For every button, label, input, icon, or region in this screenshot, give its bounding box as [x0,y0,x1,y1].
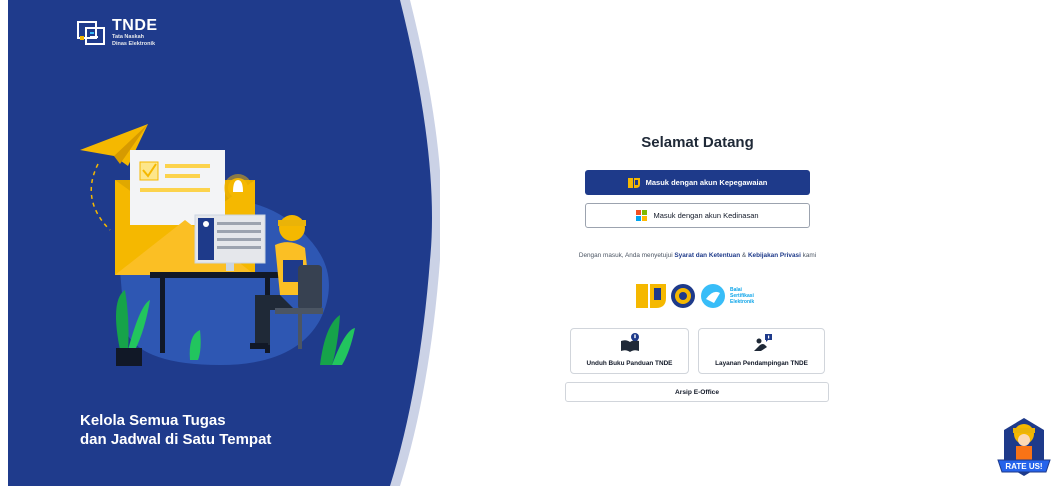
hero-illustration [80,124,355,366]
login-kedinasan-button[interactable]: Masuk dengan akun Kedinasan [585,203,810,228]
download-guide-label: Unduh Buku Panduan TNDE [586,360,673,367]
pupr-logo-icon [627,177,640,188]
hero-tagline-line1: Kelola Semua Tugas [80,412,226,429]
terms-notice: Dengan masuk, Anda menyetujui Syarat dan… [560,252,835,259]
login-kepegawaian-label: Masuk dengan akun Kepegawaian [645,178,768,187]
support-service-label: Layanan Pendampingan TNDE [715,360,808,367]
microsoft-logo-icon [636,210,648,221]
partner-logos: Balai Sertifikasi Elektronik [636,282,754,310]
logo-subtitle-2: Dinas Elektronik [112,40,156,47]
government-seal-logo [671,284,695,308]
terms-ampersand: & [741,252,747,259]
privacy-link[interactable]: Kebijakan Privasi [748,252,801,259]
bse-logo-text: Balai Sertifikasi Elektronik [730,287,754,305]
login-kedinasan-label: Masuk dengan akun Kedinasan [653,211,759,220]
book-download-icon [620,333,639,352]
tnde-logo-icon [77,20,105,45]
terms-link[interactable]: Syarat dan Ketentuan [674,252,740,259]
login-page: TNDE Tata Naskah Dinas Elektronik Kelola… [0,0,1060,486]
download-guide-card[interactable]: Unduh Buku Panduan TNDE [570,328,689,374]
terms-prefix: Dengan masuk, Anda menyetujui [578,252,673,259]
archive-eoffice-label: Arsip E-Office [675,388,719,396]
hero-panel: TNDE Tata Naskah Dinas Elektronik Kelola… [0,0,440,486]
tnde-logo[interactable]: TNDE Tata Naskah Dinas Elektronik [76,18,158,47]
bse-text-line3: Elektronik [730,299,755,305]
terms-suffix: kami [802,252,817,259]
pupr-partner-logo [636,284,666,308]
hero-tagline-line2: dan Jadwal di Satu Tempat [80,431,272,448]
hero-tagline: Kelola Semua Tugas dan Jadwal di Satu Te… [80,411,271,449]
welcome-heading: Selamat Datang [641,134,754,151]
bse-logo-icon [701,284,725,308]
login-kepegawaian-button[interactable]: Masuk dengan akun Kepegawaian [585,170,810,195]
logo-subtitle-1: Tata Naskah [112,34,144,40]
rate-us-label: RATE US! [1005,462,1042,471]
rate-us-badge[interactable]: RATE US! [996,410,1052,480]
support-service-card[interactable]: Layanan Pendampingan TNDE [698,328,825,374]
login-column: Selamat Datang Masuk dengan akun Kepegaw… [560,0,835,486]
archive-eoffice-button[interactable]: Arsip E-Office [565,382,829,402]
logo-title: TNDE [112,17,158,34]
support-hand-icon [753,334,772,351]
